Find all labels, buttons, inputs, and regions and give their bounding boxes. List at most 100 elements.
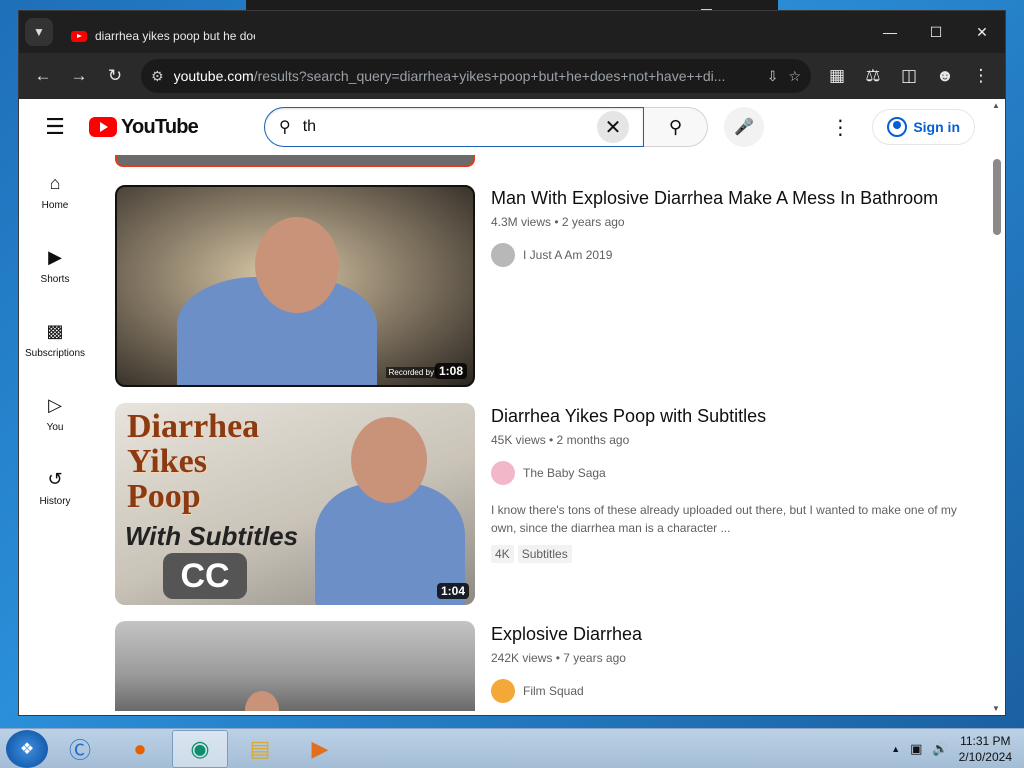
address-bar[interactable]: ⚙ youtube.com/results?search_query=diarr… <box>141 59 811 93</box>
settings-more-button[interactable]: ⋮ <box>820 107 860 147</box>
scroll-up-icon[interactable]: ▲ <box>992 101 1000 110</box>
thumbnail-subtitle-text: With Subtitles <box>125 521 299 551</box>
browser-window: ▼ diarrhea yikes poop but he doe — ☐ ✕ ←… <box>18 10 1006 716</box>
youtube-header: ☰ YouTube ⚲ ✕ ⚲ 🎤 ⋮ Sign in <box>19 99 989 155</box>
more-vert-icon: ⋮ <box>830 116 851 139</box>
video-result[interactable]: Diarrhea Yikes Poop With Subtitles CC 1:… <box>115 403 975 605</box>
video-result[interactable]: Recorded by 1:08 Man With Explosive Diar… <box>115 185 975 387</box>
back-button[interactable]: ← <box>27 60 59 92</box>
browser-menu-icon[interactable]: ⋮ <box>965 60 997 92</box>
search-input[interactable] <box>302 118 585 136</box>
channel-avatar[interactable] <box>491 243 515 267</box>
video-title[interactable]: Explosive Diarrhea <box>491 621 975 647</box>
page-scrollbar[interactable]: ▲ ▼ <box>989 99 1005 715</box>
guide-label: Home <box>41 200 69 211</box>
video-duration: 1:04 <box>436 583 469 599</box>
tray-expand-icon[interactable]: ▲ <box>891 744 900 754</box>
minimize-button[interactable]: — <box>867 11 913 53</box>
youtube-page: ☰ YouTube ⚲ ✕ ⚲ 🎤 ⋮ Sign in <box>19 99 1005 715</box>
video-description: I know there's tons of these already upl… <box>491 503 957 535</box>
you-icon: ▷ <box>48 395 62 415</box>
firefox-icon[interactable]: ● <box>112 730 168 768</box>
edge-icon[interactable]: ◉ <box>172 729 228 768</box>
video-thumbnail[interactable]: Diarrhea Yikes Poop With Subtitles CC 1:… <box>115 403 475 605</box>
youtube-logo-icon <box>89 117 117 137</box>
guide-item-subscriptions[interactable]: ▩ Subscriptions <box>19 303 91 377</box>
guide-label: Shorts <box>40 274 70 285</box>
video-stats: 4.3M views • 2 years ago <box>491 215 625 229</box>
url-path: /results?search_query=diarrhea+yikes+poo… <box>253 68 726 84</box>
chevron-down-icon: ▼ <box>33 25 45 39</box>
youtube-logo[interactable]: YouTube <box>89 115 199 139</box>
video-meta: Explosive Diarrhea 242K views • 7 years … <box>491 621 975 711</box>
media-player-icon[interactable]: ▶ <box>292 730 348 768</box>
guide-menu-button[interactable]: ☰ <box>35 107 75 147</box>
channel-name[interactable]: Film Squad <box>523 684 584 698</box>
forward-button[interactable]: → <box>63 60 95 92</box>
search-box[interactable]: ⚲ ✕ <box>263 107 644 147</box>
video-thumbnail[interactable]: Recorded by 1:08 <box>115 185 475 387</box>
thumbnail-head <box>351 417 427 503</box>
profile-icon[interactable]: ☻ <box>929 60 961 92</box>
clock-time: 11:31 PM <box>960 733 1011 748</box>
channel-name[interactable]: I Just A Am 2019 <box>523 248 612 262</box>
guide-item-shorts[interactable]: ▶ Shorts <box>19 229 91 303</box>
close-button[interactable]: ✕ <box>959 11 1005 53</box>
badge-4k: 4K <box>491 545 514 563</box>
bookmark-star-icon[interactable]: ☆ <box>788 68 801 85</box>
sign-in-button[interactable]: Sign in <box>872 109 975 145</box>
video-stats: 242K views • 7 years ago <box>491 651 626 665</box>
previous-result-thumbnail[interactable] <box>115 155 475 167</box>
tab-bar: ▼ diarrhea yikes poop but he doe — ☐ ✕ <box>19 11 1005 53</box>
account-icon <box>887 117 908 137</box>
search-bar: ⚲ ✕ ⚲ <box>263 107 708 147</box>
channel-avatar[interactable] <box>491 679 515 703</box>
badge-subtitles: Subtitles <box>517 545 572 563</box>
video-thumbnail[interactable] <box>115 621 475 711</box>
file-explorer-icon[interactable]: ▤ <box>232 730 288 768</box>
labs-icon[interactable]: ⚖ <box>857 60 889 92</box>
guide-label: You <box>46 422 64 433</box>
extensions-icon[interactable]: ▦ <box>821 60 853 92</box>
browser-tab[interactable]: diarrhea yikes poop but he doe <box>63 19 263 53</box>
clock[interactable]: 11:31 PM 2/10/2024 <box>959 733 1012 765</box>
tab-title: diarrhea yikes poop but he doe <box>95 29 255 43</box>
scroll-down-icon[interactable]: ▼ <box>992 704 1000 713</box>
url-host: youtube.com <box>173 68 254 84</box>
microphone-icon: 🎤 <box>734 119 754 136</box>
search-button[interactable]: ⚲ <box>643 107 708 147</box>
video-badges: 4K Subtitles <box>491 545 975 563</box>
youtube-logo-text: YouTube <box>121 115 199 138</box>
history-icon: ↺ <box>47 469 63 489</box>
site-info-icon[interactable]: ⚙ <box>151 68 164 85</box>
guide-item-you[interactable]: ▷ You <box>19 377 91 451</box>
volume-icon[interactable]: 🔊 <box>932 741 948 757</box>
channel-link[interactable]: I Just A Am 2019 <box>491 243 975 267</box>
close-icon: ✕ <box>604 116 622 139</box>
guide-item-history[interactable]: ↺ History <box>19 451 91 525</box>
guide-item-home[interactable]: ⌂ Home <box>19 155 91 229</box>
internet-explorer-icon[interactable]: Ⓒ <box>52 730 108 768</box>
clear-search-button[interactable]: ✕ <box>596 111 629 143</box>
home-icon: ⌂ <box>49 173 61 193</box>
voice-search-button[interactable]: 🎤 <box>723 107 764 147</box>
thumbnail-head <box>255 217 339 313</box>
browser-toolbar: ← → ↻ ⚙ youtube.com/results?search_query… <box>19 53 1005 99</box>
start-button[interactable]: ❖ <box>6 729 48 768</box>
maximize-button[interactable]: ☐ <box>913 11 959 53</box>
tab-search-button[interactable]: ▼ <box>25 18 53 46</box>
video-duration: 1:08 <box>434 363 467 379</box>
side-panel-icon[interactable]: ◫ <box>893 60 925 92</box>
network-icon[interactable]: ▣ <box>910 741 922 757</box>
reload-button[interactable]: ↻ <box>99 60 131 92</box>
channel-avatar[interactable] <box>491 461 515 485</box>
channel-link[interactable]: Film Squad <box>491 679 975 703</box>
scroll-thumb[interactable] <box>993 159 1001 235</box>
install-app-icon[interactable]: ⇩ <box>767 68 779 85</box>
channel-name[interactable]: The Baby Saga <box>523 466 606 480</box>
video-title[interactable]: Diarrhea Yikes Poop with Subtitles <box>491 403 975 429</box>
sign-in-label: Sign in <box>913 119 960 135</box>
video-result[interactable]: Explosive Diarrhea 242K views • 7 years … <box>115 621 975 711</box>
video-title[interactable]: Man With Explosive Diarrhea Make A Mess … <box>491 185 975 211</box>
channel-link[interactable]: The Baby Saga <box>491 461 975 485</box>
